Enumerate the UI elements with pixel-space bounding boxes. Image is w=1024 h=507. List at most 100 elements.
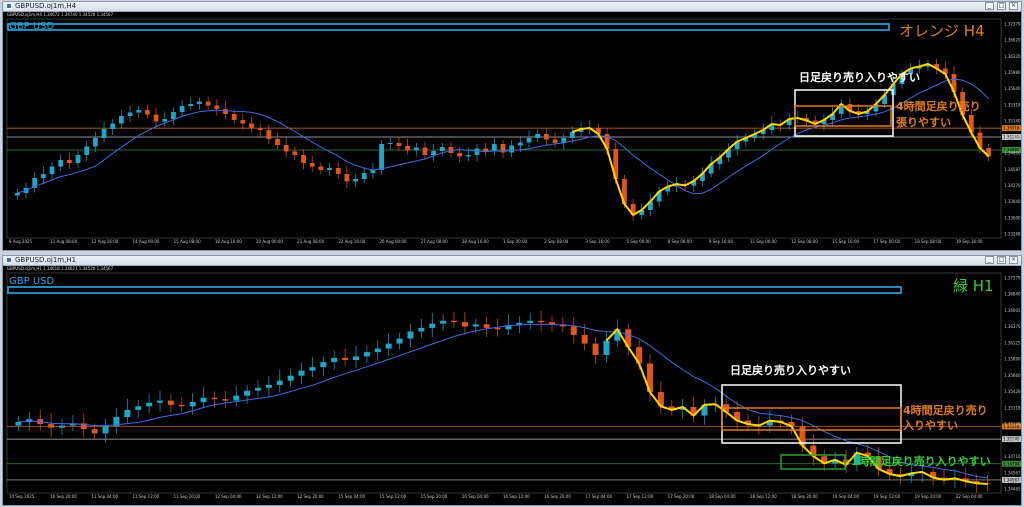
x-tick-label: 9 Sep 16:00 [709, 239, 734, 244]
x-tick-label: 5 Sep 00:00 [627, 239, 652, 244]
candle-body [385, 343, 392, 349]
h4-price-chart[interactable]: 1.353181.351401.348801.373791.366201.363… [3, 2, 1021, 250]
candle-body [603, 340, 610, 355]
h1-note-4h-2: 入りやすい [903, 419, 958, 432]
candle-body [509, 145, 515, 153]
y-tick-label: 1.34567 [1004, 470, 1021, 475]
candle-body [257, 128, 263, 130]
x-tick-label: 12 Sep 20:00 [297, 494, 324, 499]
candle-body [491, 144, 497, 152]
candle-body [127, 112, 133, 116]
candle-body [124, 409, 131, 418]
h1-chart-window[interactable]: GBPUSD.oj1m,H1 _ □ × GBPUSD.oj1m,H1 1.34… [2, 255, 1022, 506]
y-tick-label: 1.35140 [1004, 118, 1021, 123]
h1-note-1h: 1時間足戻り売り入りやすい [851, 455, 991, 468]
candle-body [361, 173, 367, 179]
candle-body [552, 139, 558, 143]
y-tick-label: 1.35318 [1004, 405, 1021, 410]
candle-body [292, 151, 298, 155]
candle-body [233, 395, 240, 401]
y-tick-label: 1.36620 [1004, 38, 1021, 43]
candle-body [429, 323, 436, 328]
candle-body [66, 160, 72, 163]
candle-body [276, 380, 283, 385]
candle-body [331, 357, 338, 363]
candle-body [309, 163, 315, 167]
candle-body [569, 132, 575, 138]
candle-body [287, 375, 294, 381]
candle-body [101, 129, 107, 138]
candle-body [15, 421, 22, 426]
candle-body [249, 123, 254, 128]
h4-note-4h: 4時間足戻り売り [896, 100, 981, 113]
candle-body [363, 352, 370, 357]
candle-body [451, 320, 457, 323]
h4-note-daily: 日足戻り売り入りやすい [799, 71, 920, 84]
x-tick-label: 19 Sep 04:00 [832, 494, 859, 499]
zigzag-trend-line [572, 62, 990, 217]
symbol-box [7, 286, 902, 294]
x-tick-label: 18 Sep 12:00 [750, 494, 777, 499]
candle-body [265, 384, 272, 388]
y-tick-label: 1.35318 [1004, 102, 1021, 107]
y-tick-label: 1.33940 [1004, 199, 1021, 204]
x-tick-label: 12 Aug 16:00 [91, 239, 118, 244]
x-tick-label: 26 Aug 00:00 [380, 239, 407, 244]
h4-chart-window[interactable]: GBPUSD.oj1m,H4 _ □ × GBPUSD.oj1m,H4 1.34… [2, 1, 1022, 251]
candle-body [84, 146, 90, 155]
candle-body [422, 147, 428, 155]
candle-body [110, 123, 116, 129]
candle-body [197, 101, 202, 104]
candle-body [413, 147, 419, 151]
x-tick-label: 17 Sep 00:00 [874, 239, 901, 244]
candle-body [91, 429, 98, 434]
candle-body [494, 327, 501, 330]
x-tick-label: 15 Aug 08:00 [174, 239, 201, 244]
candle-body [374, 348, 381, 353]
candle-body [283, 145, 289, 152]
candle-body [205, 101, 211, 106]
y-tick-label: 1.36605 [1004, 308, 1021, 313]
candle-body [275, 139, 280, 145]
x-tick-label: 18 Sep 08:00 [915, 239, 942, 244]
candle-body [266, 130, 272, 139]
x-tick-label: 22 Sep 04:00 [956, 494, 983, 499]
x-tick-label: 22 Aug 16:00 [338, 239, 365, 244]
x-tick-label: 1 Sep 00:00 [503, 239, 528, 244]
candle-body [93, 138, 98, 147]
candle-body [211, 397, 218, 400]
x-tick-label: 12 Sep 04:00 [215, 494, 242, 499]
x-tick-label: 28 Aug 16:00 [462, 239, 489, 244]
candle-body [474, 148, 480, 155]
candle-body [75, 155, 81, 163]
candle-body [14, 193, 20, 196]
candle-body [146, 402, 153, 407]
candle-body [102, 426, 109, 434]
candle-body [592, 343, 599, 355]
candle-body [189, 402, 196, 407]
y-tick-label: 1.35140 [1004, 422, 1021, 427]
y-tick-label: 1.34270 [1004, 183, 1021, 188]
candle-body [342, 357, 349, 360]
candle-body [353, 179, 358, 182]
x-tick-label: 16 Sep 20:00 [544, 494, 571, 499]
x-tick-label: 17 Sep 12:00 [627, 494, 654, 499]
x-tick-label: 15 Sep 12:00 [380, 494, 407, 499]
candle-body [461, 322, 468, 327]
y-tick-label: 1.35890 [1004, 357, 1021, 362]
x-tick-label: 21 Aug 08:00 [297, 239, 324, 244]
candle-body [40, 174, 46, 178]
y-tick-label: 1.36125 [1004, 340, 1021, 345]
x-tick-label: 15 Sep 20:00 [421, 494, 448, 499]
h4-timeframe-label: オレンジ H4 [899, 22, 985, 40]
h4-note-4h-2: 張りやすい [896, 116, 951, 129]
candle-body [526, 138, 532, 143]
x-tick-label: 2 Sep 08:00 [544, 239, 569, 244]
candle-body [49, 166, 55, 174]
candle-body [135, 406, 142, 410]
x-tick-label: 11 Sep 12:00 [133, 494, 160, 499]
candle-body [396, 143, 402, 146]
x-tick-label: 16 Sep 04:00 [462, 494, 489, 499]
h1-symbol-label: GBP USD [9, 276, 55, 287]
x-tick-label: 10 Sep 2025 [9, 494, 35, 499]
